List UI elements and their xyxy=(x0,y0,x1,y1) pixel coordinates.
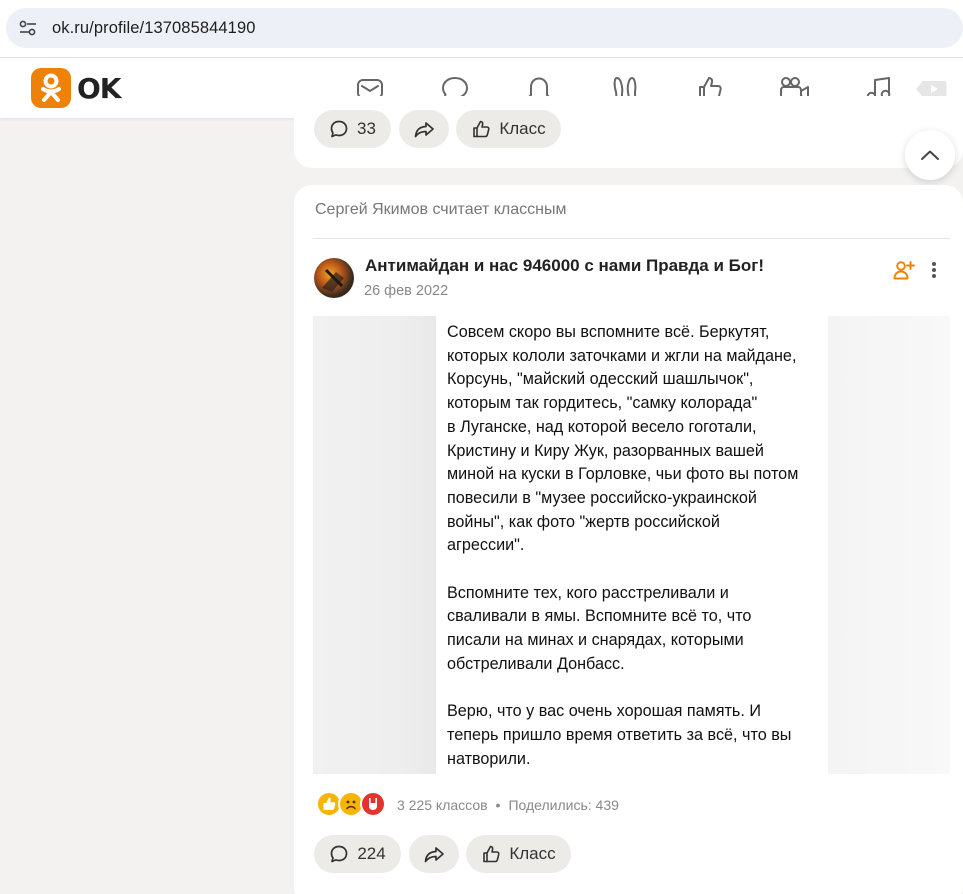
image-blur-left xyxy=(313,316,436,774)
klass-button[interactable]: Класс xyxy=(466,835,571,873)
divider xyxy=(313,238,950,239)
previous-post-card: 33 Класс xyxy=(294,96,963,168)
share-button[interactable] xyxy=(399,110,449,148)
comments-button[interactable]: 224 xyxy=(314,835,401,873)
join-group-icon[interactable] xyxy=(893,259,915,281)
reactions-summary[interactable] xyxy=(316,791,386,817)
image-text-line: повесили в "музее российско-украинской xyxy=(447,488,757,507)
ok-logo-text: OK xyxy=(77,71,121,105)
image-text-line: теперь пришло время ответить за всё, что… xyxy=(447,725,792,744)
comment-icon xyxy=(330,120,348,138)
image-text-line: которых кололи заточками и жгли на майда… xyxy=(447,346,797,365)
site-settings-icon[interactable] xyxy=(18,18,38,38)
thumbs-up-icon xyxy=(483,845,500,863)
image-text-line: натворили. xyxy=(447,749,531,768)
share-icon xyxy=(424,847,444,863)
klasses-count[interactable]: 3 225 классов xyxy=(397,797,488,813)
browser-toolbar: ok.ru/profile/137085844190 xyxy=(0,0,963,58)
post-image[interactable]: Совсем скоро вы вспомните всё. Беркутят,… xyxy=(313,316,950,774)
more-options-icon[interactable] xyxy=(925,258,943,282)
comment-icon xyxy=(330,845,348,863)
share-button[interactable] xyxy=(409,835,459,873)
ok-logo-icon xyxy=(31,68,71,108)
thumbs-up-icon xyxy=(473,120,490,138)
image-text: Совсем скоро вы вспомните всё. Беркутят,… xyxy=(447,321,827,771)
group-avatar[interactable] xyxy=(314,258,354,298)
image-text-line: Корсунь, "майский одесский шашлычок", xyxy=(447,370,754,389)
reaction-stats: 3 225 классов • Поделились: 439 xyxy=(397,797,619,813)
image-text-line: которым так гордитесь, "самку колорада" xyxy=(447,394,758,413)
chevron-up-icon xyxy=(921,150,939,160)
comments-button[interactable]: 33 xyxy=(314,110,391,148)
comments-count: 33 xyxy=(357,119,376,138)
stats-separator: • xyxy=(495,797,501,813)
address-bar[interactable]: ok.ru/profile/137085844190 xyxy=(6,8,963,48)
image-text-line: Совсем скоро вы вспомните всё. Беркутят, xyxy=(447,323,770,341)
image-text-line: миной на куски в Горловке, чьи фото вы п… xyxy=(447,465,799,484)
image-text-line: в Луганске, над которой весело гоготали, xyxy=(447,417,757,436)
image-text-line: войны", как фото "жертв российской xyxy=(447,512,720,531)
url-text[interactable]: ok.ru/profile/137085844190 xyxy=(52,19,256,38)
comments-count: 224 xyxy=(357,844,386,863)
activity-text[interactable]: Сергей Якимов считает классным xyxy=(315,201,566,219)
klass-button[interactable]: Класс xyxy=(456,110,561,148)
image-text-line: Вспомните тех, кого расстреливали и xyxy=(447,583,729,602)
post-date[interactable]: 26 фев 2022 xyxy=(364,283,448,299)
image-text-line: агрессии". xyxy=(447,536,525,555)
image-text-line: сваливали в ямы. Вспомните всё то, что xyxy=(447,607,752,626)
group-name[interactable]: Антимайдан и нас 946000 с нами Правда и … xyxy=(365,256,764,276)
ok-logo[interactable]: OK xyxy=(31,68,121,108)
image-text-line: Верю, что у вас очень хорошая память. И xyxy=(447,702,761,721)
image-blur-right xyxy=(828,316,950,774)
image-text-line: Кристину и Киру Жук, разорванных вашей xyxy=(447,441,764,460)
scroll-to-top-button[interactable] xyxy=(905,130,955,180)
image-text-line: писали на минах и снарядах, которыми xyxy=(447,631,744,650)
image-text-line: обстреливали Донбасс. xyxy=(447,654,625,673)
klass-label: Класс xyxy=(509,844,556,863)
shares-count[interactable]: Поделились: 439 xyxy=(508,797,618,813)
klass-label: Класс xyxy=(499,119,546,138)
share-icon xyxy=(414,122,434,138)
rock-hand-reaction-icon xyxy=(360,791,386,817)
